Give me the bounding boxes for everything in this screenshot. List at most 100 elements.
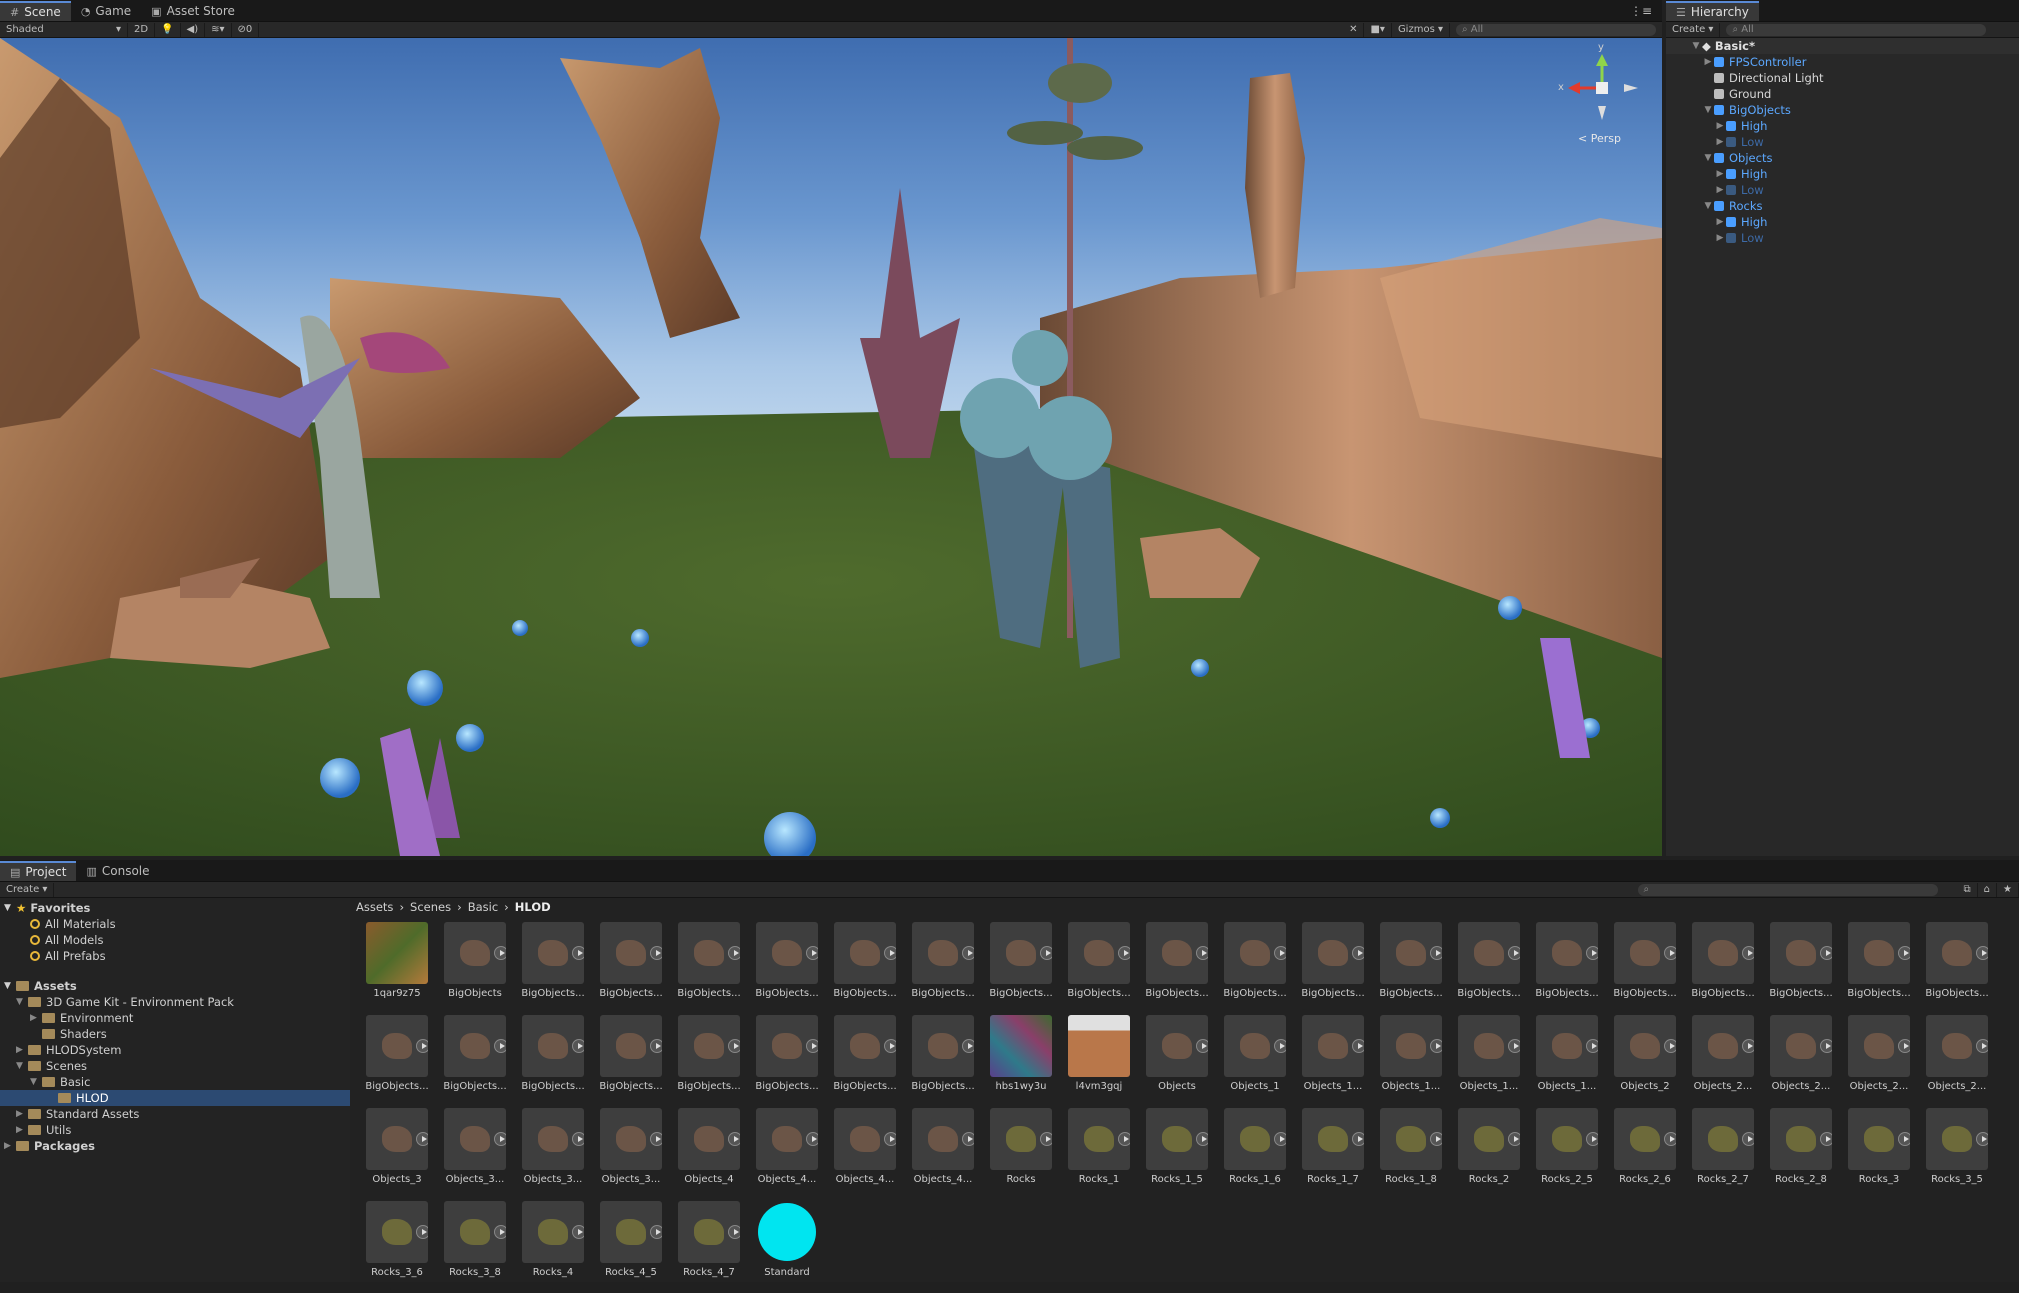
- expand-arrow-icon[interactable]: [1898, 1039, 1910, 1053]
- filter-by-label-icon[interactable]: ⌂: [1978, 882, 1998, 897]
- expand-arrow-icon[interactable]: [1040, 946, 1052, 960]
- folder-item-selected[interactable]: HLOD: [0, 1090, 350, 1106]
- expand-arrow-icon[interactable]: [650, 946, 662, 960]
- asset-item[interactable]: BigObjects...: [1532, 922, 1602, 1014]
- orientation-gizmo[interactable]: y x < Persp: [1558, 42, 1642, 148]
- expand-arrow-icon[interactable]: [728, 946, 740, 960]
- hierarchy-search-input[interactable]: ⌕ All: [1726, 23, 1987, 36]
- asset-item[interactable]: BigObjects...: [1610, 922, 1680, 1014]
- hierarchy-item[interactable]: ▼ Objects: [1666, 150, 2019, 166]
- expand-arrow-icon[interactable]: [416, 1132, 428, 1146]
- gizmos-dropdown[interactable]: Gizmos ▾: [1392, 22, 1450, 37]
- expand-arrow-icon[interactable]: [1820, 946, 1832, 960]
- hierarchy-item[interactable]: ▶ Low: [1666, 230, 2019, 246]
- hierarchy-item[interactable]: ▶ Low: [1666, 134, 2019, 150]
- asset-item[interactable]: Objects_2...: [1766, 1015, 1836, 1107]
- asset-item[interactable]: Objects: [1142, 1015, 1212, 1107]
- asset-item[interactable]: BigObjects...: [674, 1015, 744, 1107]
- hierarchy-item[interactable]: Directional Light: [1666, 70, 2019, 86]
- expand-arrow-icon[interactable]: [1118, 1132, 1130, 1146]
- folder-item[interactable]: ▼ Basic: [0, 1074, 350, 1090]
- expand-arrow-icon[interactable]: [1274, 946, 1286, 960]
- asset-item[interactable]: Rocks_3_5: [1922, 1108, 1992, 1200]
- asset-item[interactable]: BigObjects...: [674, 922, 744, 1014]
- shading-mode-dropdown[interactable]: Shaded ▾: [0, 22, 128, 37]
- expand-arrow-icon[interactable]: [728, 1039, 740, 1053]
- expand-arrow-icon[interactable]: [1976, 1039, 1988, 1053]
- expand-arrow-icon[interactable]: [1196, 1132, 1208, 1146]
- asset-item[interactable]: Rocks_3_8: [440, 1201, 510, 1293]
- expand-arrow-icon[interactable]: [1664, 1039, 1676, 1053]
- hierarchy-item[interactable]: ▶ High: [1666, 166, 2019, 182]
- chevron-down-icon[interactable]: ▼: [1702, 105, 1714, 115]
- expand-arrow-icon[interactable]: [1664, 946, 1676, 960]
- expand-arrow-icon[interactable]: [884, 1039, 896, 1053]
- asset-item[interactable]: Rocks: [986, 1108, 1056, 1200]
- asset-item[interactable]: Rocks_1: [1064, 1108, 1134, 1200]
- asset-item[interactable]: Rocks_1_6: [1220, 1108, 1290, 1200]
- expand-arrow-icon[interactable]: [1508, 1039, 1520, 1053]
- chevron-down-icon[interactable]: ▼: [1702, 201, 1714, 211]
- asset-item[interactable]: Objects_3...: [440, 1108, 510, 1200]
- asset-item[interactable]: BigObjects...: [752, 922, 822, 1014]
- asset-item[interactable]: Rocks_3: [1844, 1108, 1914, 1200]
- assets-root[interactable]: ▼ Assets: [0, 978, 350, 994]
- asset-item[interactable]: BigObjects...: [1688, 922, 1758, 1014]
- expand-arrow-icon[interactable]: [1274, 1039, 1286, 1053]
- 2d-toggle[interactable]: 2D: [128, 22, 156, 37]
- expand-arrow-icon[interactable]: [1586, 946, 1598, 960]
- expand-arrow-icon[interactable]: [728, 1225, 740, 1239]
- expand-arrow-icon[interactable]: [1664, 1132, 1676, 1146]
- expand-arrow-icon[interactable]: [1976, 1132, 1988, 1146]
- expand-arrow-icon[interactable]: [1352, 1039, 1364, 1053]
- asset-item[interactable]: BigObjects...: [830, 922, 900, 1014]
- asset-item[interactable]: Objects_3...: [596, 1108, 666, 1200]
- expand-arrow-icon[interactable]: [650, 1039, 662, 1053]
- asset-item[interactable]: 1qar9z75: [362, 922, 432, 1014]
- expand-arrow-icon[interactable]: [1040, 1132, 1052, 1146]
- favorite-item[interactable]: All Models: [0, 932, 350, 948]
- asset-item[interactable]: BigObjects...: [1844, 922, 1914, 1014]
- asset-item[interactable]: BigObjects...: [908, 1015, 978, 1107]
- asset-item[interactable]: BigObjects...: [596, 1015, 666, 1107]
- expand-arrow-icon[interactable]: [884, 1132, 896, 1146]
- asset-item[interactable]: BigObjects...: [362, 1015, 432, 1107]
- expand-arrow-icon[interactable]: [1430, 1132, 1442, 1146]
- favorite-star-icon[interactable]: ★: [1997, 882, 2019, 897]
- effects-dropdown[interactable]: ≋▾: [205, 22, 232, 37]
- expand-arrow-icon[interactable]: [494, 1132, 506, 1146]
- expand-arrow-icon[interactable]: [572, 1225, 584, 1239]
- expand-arrow-icon[interactable]: [962, 1039, 974, 1053]
- asset-item[interactable]: l4vm3gqj: [1064, 1015, 1134, 1107]
- asset-item[interactable]: BigObjects...: [986, 922, 1056, 1014]
- asset-item[interactable]: Rocks_2_7: [1688, 1108, 1758, 1200]
- asset-item[interactable]: Objects_4: [674, 1108, 744, 1200]
- expand-arrow-icon[interactable]: [1586, 1039, 1598, 1053]
- breadcrumb-item[interactable]: Scenes: [410, 900, 451, 914]
- folder-item[interactable]: Shaders: [0, 1026, 350, 1042]
- scene-root[interactable]: ▼ ◆ Basic*: [1666, 38, 2019, 54]
- hierarchy-item[interactable]: ▶ FPSController: [1666, 54, 2019, 70]
- asset-item[interactable]: Objects_1...: [1298, 1015, 1368, 1107]
- asset-item[interactable]: Rocks_3_6: [362, 1201, 432, 1293]
- tab-scene[interactable]: # Scene: [0, 1, 71, 21]
- expand-arrow-icon[interactable]: [1352, 946, 1364, 960]
- expand-arrow-icon[interactable]: [1430, 1039, 1442, 1053]
- asset-item[interactable]: Objects_4...: [908, 1108, 978, 1200]
- audio-toggle[interactable]: ◀): [181, 22, 206, 37]
- tab-asset-store[interactable]: ▣ Asset Store: [141, 1, 245, 21]
- chevron-right-icon[interactable]: ▶: [1714, 169, 1726, 179]
- hierarchy-create-button[interactable]: Create ▾: [1666, 22, 1721, 37]
- asset-item[interactable]: BigObjects...: [1766, 922, 1836, 1014]
- asset-item[interactable]: BigObjects...: [1922, 922, 1992, 1014]
- expand-arrow-icon[interactable]: [806, 946, 818, 960]
- lighting-toggle[interactable]: 💡: [155, 22, 181, 37]
- filter-by-type-icon[interactable]: ⧉: [1958, 882, 1978, 897]
- asset-item[interactable]: Objects_2: [1610, 1015, 1680, 1107]
- breadcrumb-item[interactable]: Basic: [468, 900, 498, 914]
- asset-item[interactable]: Rocks_4_7: [674, 1201, 744, 1293]
- expand-arrow-icon[interactable]: [650, 1132, 662, 1146]
- tab-project[interactable]: ▤ Project: [0, 861, 77, 881]
- asset-item[interactable]: BigObjects...: [1376, 922, 1446, 1014]
- chevron-down-icon[interactable]: ▼: [1702, 153, 1714, 163]
